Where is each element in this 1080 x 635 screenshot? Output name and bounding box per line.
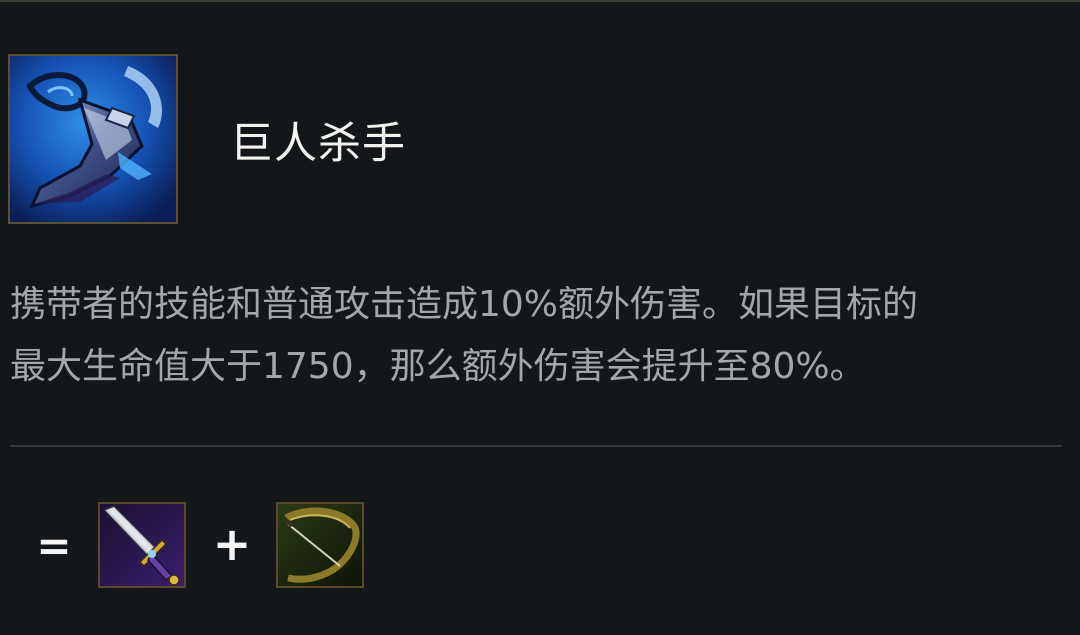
giant-slayer-icon[interactable] — [8, 54, 178, 224]
recipe-equals-sign: = — [36, 521, 72, 570]
item-name: 巨人杀手 — [230, 119, 406, 169]
recurve-bow-icon[interactable] — [276, 502, 364, 588]
description-line: 最大生命值大于1750，那么额外伤害会提升至80%。 — [10, 346, 866, 387]
divider — [10, 445, 1062, 447]
recurve-bow-icon-art — [278, 504, 362, 586]
description-line: 携带者的技能和普通攻击造成10%额外伤害。如果目标的 — [10, 284, 919, 325]
item-description: 携带者的技能和普通攻击造成10%额外伤害。如果目标的 最大生命值大于1750，那… — [10, 274, 1070, 398]
bf-sword-icon-art — [100, 504, 184, 586]
bf-sword-icon[interactable] — [98, 502, 186, 588]
recipe-plus-sign: + — [212, 517, 252, 571]
giant-slayer-icon-art — [10, 56, 176, 222]
item-tooltip: 巨人杀手 携带者的技能和普通攻击造成10%额外伤害。如果目标的 最大生命值大于1… — [0, 0, 1080, 635]
